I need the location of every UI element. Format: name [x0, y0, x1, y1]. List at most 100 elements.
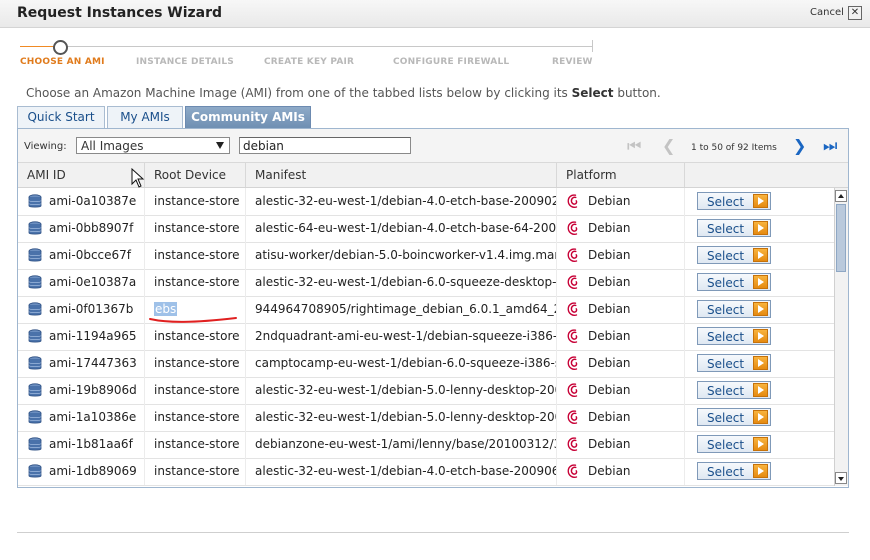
- close-icon[interactable]: ✕: [848, 6, 862, 20]
- column-header-platform[interactable]: Platform: [557, 163, 685, 187]
- tab-quick-start[interactable]: Quick Start: [17, 106, 105, 128]
- ami-id-cell: ami-0bb8907f: [18, 215, 145, 242]
- select-ami-button[interactable]: Select: [697, 219, 771, 237]
- table-row[interactable]: ami-0bb8907f instance-store alestic-64-eu-…: [18, 215, 834, 243]
- cancel-link[interactable]: Cancel: [810, 7, 844, 18]
- column-header-root-device[interactable]: Root Device: [145, 163, 246, 187]
- ami-id-cell: ami-0bcce67f: [18, 242, 145, 269]
- last-page-icon[interactable]: ⏭: [823, 138, 837, 154]
- ami-icon: [28, 275, 42, 289]
- viewing-select[interactable]: All Images: [76, 137, 230, 154]
- debian-swirl-icon: [567, 356, 578, 370]
- select-ami-button[interactable]: Select: [697, 300, 771, 318]
- play-arrow-icon: [753, 275, 768, 289]
- platform-text: Debian: [588, 194, 631, 208]
- ami-id-cell: ami-1db89069: [18, 458, 145, 485]
- tab-my-amis[interactable]: My AMIs: [107, 106, 183, 128]
- play-arrow-icon: [753, 302, 768, 316]
- ami-icon: [28, 248, 42, 262]
- table-row[interactable]: ami-1194a965 instance-store 2ndquadrant-am…: [18, 323, 834, 351]
- manifest-text: atisu-worker/debian-5.0-boincworker-v1.4…: [255, 248, 557, 262]
- ami-id-cell: ami-0a10387e: [18, 188, 145, 215]
- vertical-scrollbar[interactable]: [834, 188, 848, 486]
- step-choose-ami: CHOOSE AN AMI: [20, 57, 105, 67]
- play-arrow-icon: [753, 437, 768, 451]
- play-arrow-icon: [753, 194, 768, 208]
- ami-id-text: ami-1a10386e: [49, 410, 137, 424]
- select-ami-button[interactable]: Select: [697, 192, 771, 210]
- root-device-text: instance-store: [154, 464, 240, 478]
- platform-cell: Debian: [557, 242, 685, 269]
- ami-id-text: ami-1194a965: [49, 329, 137, 343]
- select-ami-button[interactable]: Select: [697, 354, 771, 372]
- column-header-ami-id[interactable]: AMI ID: [18, 163, 145, 187]
- tab-community-amis[interactable]: Community AMIs: [185, 106, 311, 128]
- manifest-cell: 2ndquadrant-ami-eu-west-1/debian-squeeze…: [246, 323, 557, 350]
- select-ami-button[interactable]: Select: [697, 462, 771, 480]
- select-ami-button[interactable]: Select: [697, 381, 771, 399]
- debian-swirl-icon: [567, 464, 578, 478]
- ami-id-text: ami-17447363: [49, 356, 137, 370]
- root-device-cell: instance-store: [145, 269, 246, 296]
- manifest-cell: atisu-worker/debian-5.0-boincworker-v1.4…: [246, 242, 557, 269]
- platform-cell: Debian: [557, 377, 685, 404]
- manifest-text: alestic-32-eu-west-1/debian-6.0-squeeze-…: [255, 275, 557, 289]
- ami-id-cell: ami-17447363: [18, 350, 145, 377]
- play-arrow-icon: [753, 410, 768, 424]
- ami-id-text: ami-1db89069: [49, 464, 137, 478]
- steps-track: [20, 46, 592, 47]
- ami-id-cell: ami-19b8906d: [18, 377, 145, 404]
- next-page-icon[interactable]: ❯: [793, 138, 806, 154]
- instructions-text: Choose an Amazon Machine Image (AMI) fro…: [26, 86, 661, 100]
- manifest-text: debianzone-eu-west-1/ami/lenny/base/2010…: [255, 437, 557, 451]
- root-device-cell: instance-store: [145, 350, 246, 377]
- first-page-icon[interactable]: ⏮: [627, 138, 641, 154]
- table-row[interactable]: ami-17447363 instance-store camptocamp-eu-…: [18, 350, 834, 378]
- table-row[interactable]: ami-0e10387a instance-store alestic-32-eu-…: [18, 269, 834, 297]
- play-arrow-icon: [753, 464, 768, 478]
- platform-text: Debian: [588, 383, 631, 397]
- debian-swirl-icon: [567, 437, 578, 451]
- manifest-cell: camptocamp-eu-west-1/debian-6.0-squeeze-…: [246, 350, 557, 377]
- root-device-text: instance-store: [154, 437, 240, 451]
- manifest-cell: alestic-32-eu-west-1/debian-5.0-lenny-de…: [246, 404, 557, 431]
- table-row[interactable]: ami-0f01367b ebs 944964708905/rightimage_d…: [18, 296, 834, 324]
- play-arrow-icon: [753, 248, 768, 262]
- step-create-key-pair: CREATE KEY PAIR: [264, 57, 355, 67]
- root-device-cell: instance-store: [145, 431, 246, 458]
- platform-cell: Debian: [557, 188, 685, 215]
- play-arrow-icon: [753, 329, 768, 343]
- ami-icon: [28, 464, 42, 478]
- column-header-manifest[interactable]: Manifest: [246, 163, 557, 187]
- table-row[interactable]: ami-0bcce67f instance-store atisu-worker/d…: [18, 242, 834, 270]
- ami-id-cell: ami-1a10386e: [18, 404, 145, 431]
- search-input[interactable]: [239, 137, 411, 154]
- footer-divider: [17, 532, 849, 533]
- table-row[interactable]: ami-19b8906d instance-store alestic-32-eu-…: [18, 377, 834, 405]
- manifest-text: alestic-32-eu-west-1/debian-5.0-lenny-de…: [255, 383, 557, 397]
- root-device-cell: instance-store: [145, 188, 246, 215]
- platform-cell: Debian: [557, 350, 685, 377]
- select-ami-button[interactable]: Select: [697, 408, 771, 426]
- ami-icon: [28, 194, 42, 208]
- select-ami-button[interactable]: Select: [697, 246, 771, 264]
- scroll-up-icon[interactable]: [835, 190, 847, 202]
- ami-icon: [28, 221, 42, 235]
- select-ami-button[interactable]: Select: [697, 327, 771, 345]
- debian-swirl-icon: [567, 221, 578, 235]
- table-row[interactable]: ami-1b81aa6f instance-store debianzone-eu-…: [18, 431, 834, 459]
- step-configure-firewall: CONFIGURE FIREWALL: [393, 57, 510, 67]
- manifest-cell: alestic-32-eu-west-1/debian-5.0-lenny-de…: [246, 377, 557, 404]
- table-row[interactable]: ami-1db89069 instance-store alestic-32-eu-…: [18, 458, 834, 486]
- previous-page-icon[interactable]: ❮: [662, 138, 675, 154]
- table-row[interactable]: ami-0a10387e instance-store alestic-32-eu-…: [18, 188, 834, 216]
- manifest-text: 2ndquadrant-ami-eu-west-1/debian-squeeze…: [255, 329, 557, 343]
- table-row[interactable]: ami-1a10386e instance-store alestic-32-eu-…: [18, 404, 834, 432]
- scroll-down-icon[interactable]: [835, 472, 847, 484]
- select-ami-button[interactable]: Select: [697, 435, 771, 453]
- scroll-thumb[interactable]: [836, 204, 846, 272]
- select-ami-button[interactable]: Select: [697, 273, 771, 291]
- platform-text: Debian: [588, 302, 631, 316]
- root-device-cell: instance-store: [145, 404, 246, 431]
- platform-text: Debian: [588, 275, 631, 289]
